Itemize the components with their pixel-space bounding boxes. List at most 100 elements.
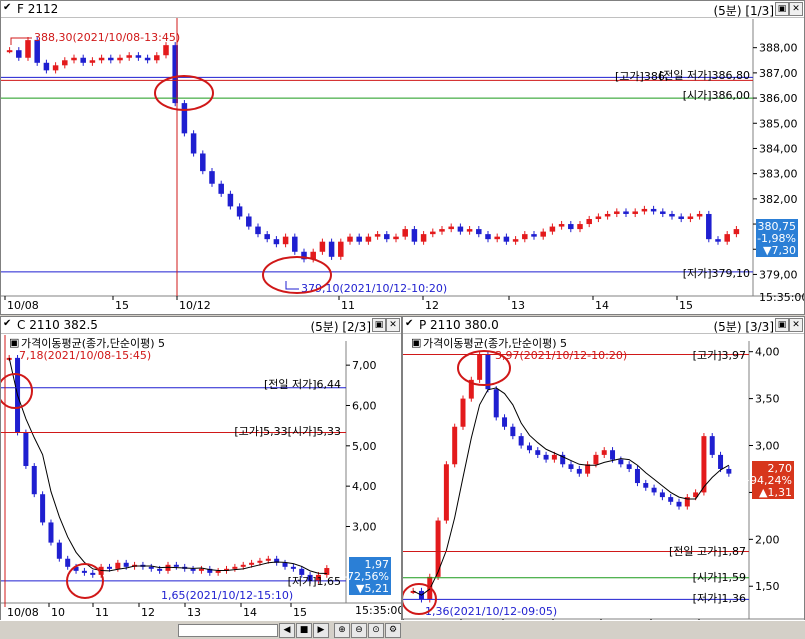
candle-body [543, 454, 549, 460]
open-label: [시가]1,59 [693, 571, 746, 584]
candle-body [255, 226, 261, 235]
candle-body [115, 562, 121, 569]
put-chart-panel: ✔ P 2110 380.0 (5분) [3/3] ▣ ✕ 4,00 3,50 3,… [402, 316, 805, 622]
candle-body [568, 224, 574, 230]
candle-body [6, 50, 13, 53]
low-note: 1,36(2021/10/12-09:05) [425, 605, 557, 618]
candle-body [443, 464, 449, 521]
futures-chart[interactable]: 388,00 387,00 386,00 385,00 384,00 383,00 382,… [1, 1, 804, 314]
x-tick-label: 12 [141, 606, 155, 619]
open-label: [시가]386,00 [683, 89, 750, 102]
candle-body [31, 465, 37, 495]
highlight-ellipse [262, 256, 332, 294]
candle-body [215, 570, 221, 573]
candle-body [71, 57, 77, 61]
candle-body [430, 231, 436, 235]
candle-body [457, 226, 464, 232]
candle-body [610, 450, 616, 460]
candle-body [641, 208, 648, 212]
stop-icon[interactable]: ■ [296, 623, 312, 638]
candle-body [218, 183, 224, 194]
y-tick-label: 382,00 [759, 193, 798, 206]
candle-body [535, 450, 541, 455]
candle-body [568, 464, 574, 469]
candle-body [502, 417, 508, 427]
y-tick-label: 4,00 [755, 346, 780, 359]
prev-high-label: [전일 고가]1,87 [669, 544, 746, 558]
candle-body [89, 60, 96, 63]
price-box-change: ▼5,21 [356, 582, 389, 595]
low-note-pointer [285, 281, 299, 290]
candle-body [595, 216, 602, 220]
candle-body [687, 216, 694, 220]
candle-body [701, 436, 707, 493]
candle-body [81, 570, 87, 573]
candle-body [290, 566, 296, 569]
candle-body [402, 229, 408, 237]
high-note: 7,18(2021/10/08-15:45) [19, 349, 151, 362]
high-label: [고가]3,97 [693, 349, 746, 362]
call-chart[interactable]: 7,00 6,00 5,00 4,00 3,00 10/08 10 11 12 13 14 15 15:… [1, 317, 401, 621]
candle-body [709, 436, 715, 455]
candle-body [634, 468, 640, 484]
candle-body [123, 562, 129, 567]
scroll-first-icon[interactable]: ◀ [279, 623, 295, 638]
prev-low-label: [전일 저가]6,44 [264, 377, 341, 391]
candle-body [551, 454, 557, 460]
candle-body [181, 103, 188, 134]
candle-body [106, 566, 112, 569]
price-box-change: ▲1,31 [759, 486, 792, 499]
candle-body [144, 57, 151, 61]
put-chart[interactable]: 4,003,503,002,502,001,5010/0810111213141… [403, 317, 804, 621]
candle-body [669, 213, 675, 217]
zoom-in-icon[interactable]: ⊕ [334, 623, 350, 638]
x-tick-label: 14 [595, 299, 609, 312]
y-tick-label: 383,00 [759, 168, 798, 181]
call-chart-panel: ✔ C 2110 382.5 (5분) [2/3] ▣ ✕ 7,00 6,00 5,… [0, 316, 402, 622]
candle-body [148, 566, 154, 569]
candle-body [393, 236, 399, 240]
candle-body [347, 236, 353, 242]
settings-icon[interactable]: ⚙ [385, 623, 401, 638]
x-tick-label: 15 [115, 299, 129, 312]
candle-body [246, 216, 252, 227]
zoom-reset-icon[interactable]: ⊙ [368, 623, 384, 638]
candle-body [614, 211, 620, 214]
candle-body [439, 229, 445, 232]
candle-body [16, 50, 22, 58]
scroll-next-icon[interactable]: ▶ [313, 623, 329, 638]
low-label: [저가]1,65 [288, 575, 341, 588]
y-tick-label: 384,00 [759, 142, 798, 155]
candle-body [618, 459, 624, 465]
y-tick-label: 7,00 [352, 359, 377, 372]
x-tick-label: 14 [243, 606, 257, 619]
zoom-out-icon[interactable]: ⊖ [351, 623, 367, 638]
x-tick-label: 10 [51, 606, 65, 619]
y-tick-label: 386,00 [759, 92, 798, 105]
candle-body [292, 236, 298, 252]
candle-body [724, 234, 730, 242]
candle-body [338, 241, 344, 257]
candle-body [23, 432, 29, 466]
candle-body [522, 234, 528, 240]
candle-body [466, 229, 473, 232]
candle-body [190, 133, 197, 154]
candle-body [733, 229, 740, 235]
indicator-icon: ▣ [9, 336, 19, 349]
candle-body [718, 454, 724, 469]
candle-body [236, 206, 243, 217]
candle-body [577, 224, 583, 230]
candle-body [660, 211, 666, 214]
candle-body [526, 445, 532, 451]
candle-body [90, 572, 96, 575]
horizontal-scrollbar[interactable] [178, 624, 278, 637]
candle-body [356, 236, 362, 242]
x-tick-label: 15:35:00 [355, 604, 401, 617]
candle-body [163, 45, 169, 56]
y-tick-label: 379,00 [759, 268, 798, 281]
candle-body [558, 224, 565, 227]
candle-body [227, 193, 234, 207]
candle-body [601, 450, 607, 455]
futures-chart-panel: ✔ F 2112 (5분) [1/3] ▣ ✕ 388,00 387,00 386,… [0, 0, 805, 315]
candle-body [503, 236, 510, 242]
